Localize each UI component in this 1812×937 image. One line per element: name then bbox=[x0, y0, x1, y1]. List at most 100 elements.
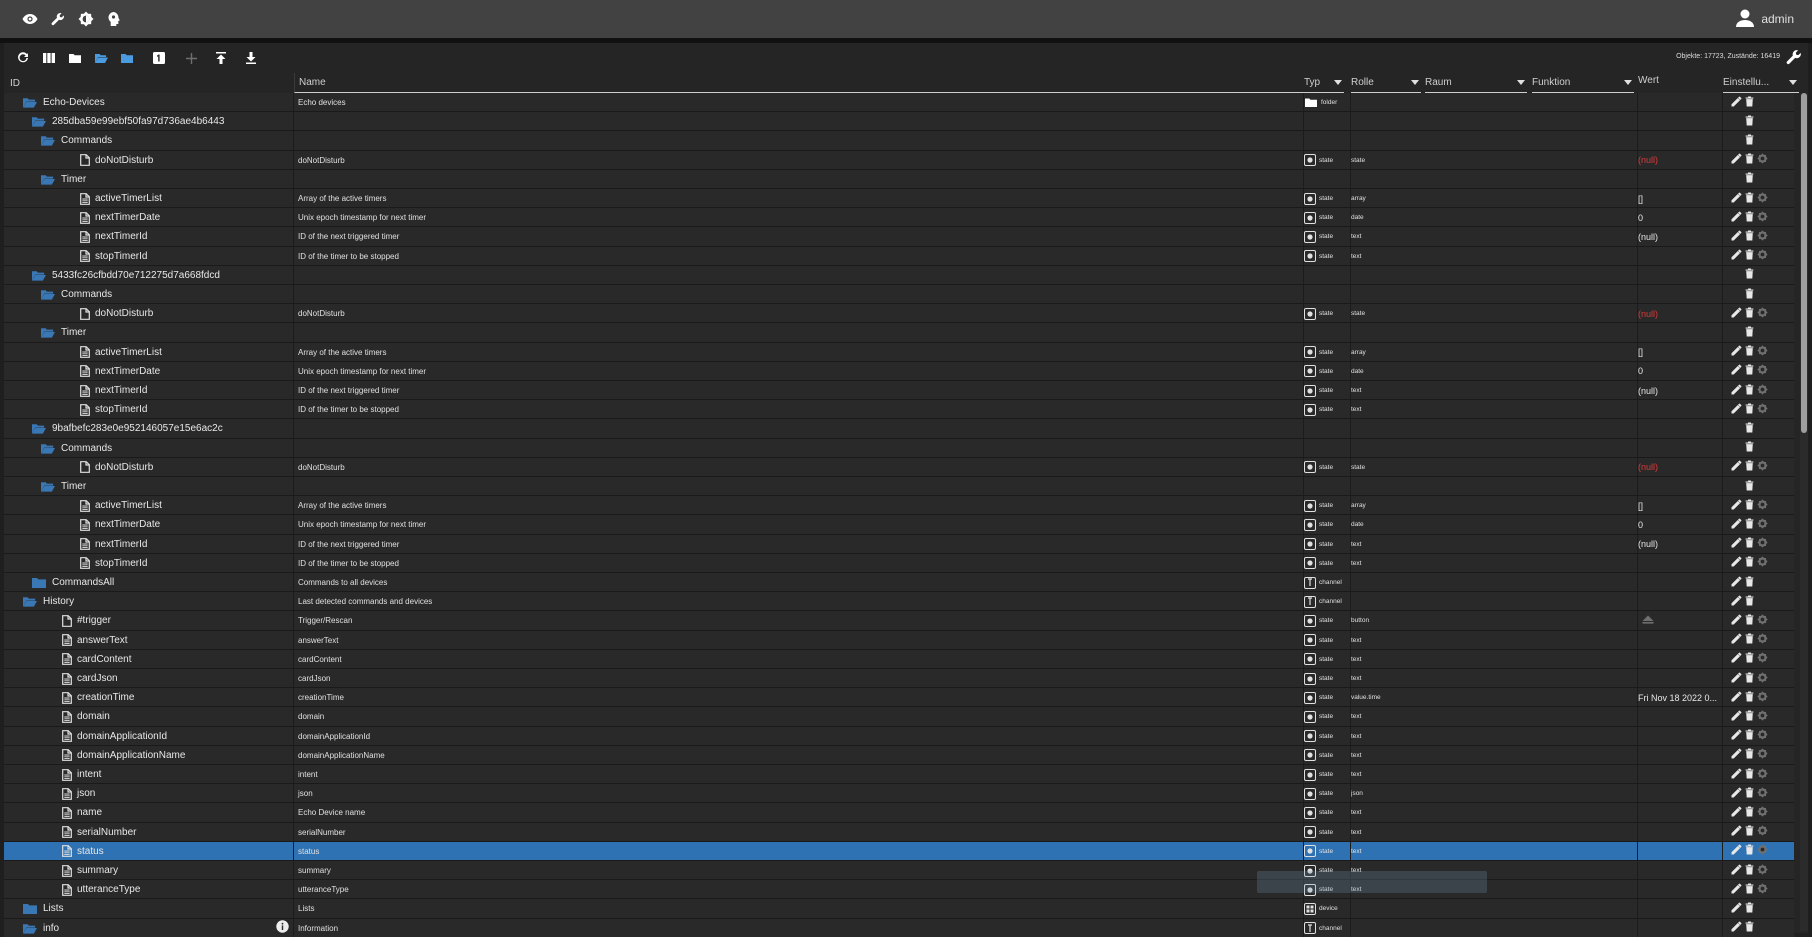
row-id[interactable]: activeTimerList bbox=[95, 500, 162, 511]
column-room[interactable]: Raum bbox=[1425, 73, 1527, 93]
delete-icon[interactable] bbox=[1745, 230, 1754, 244]
table-row[interactable]: Commands bbox=[4, 131, 1794, 151]
columns-icon[interactable] bbox=[40, 49, 58, 67]
table-row[interactable]: json json state json bbox=[4, 784, 1794, 804]
row-id[interactable]: utteranceType bbox=[77, 884, 140, 895]
row-value[interactable]: (null) bbox=[1638, 386, 1658, 396]
file-icon[interactable] bbox=[78, 538, 92, 551]
row-name[interactable]: Lists bbox=[298, 904, 314, 913]
upload-icon[interactable] bbox=[212, 49, 230, 67]
gear-icon[interactable] bbox=[1757, 729, 1768, 743]
row-name[interactable]: domainApplicationId bbox=[298, 732, 370, 741]
gear-icon[interactable] bbox=[1757, 403, 1768, 417]
row-id[interactable]: Echo-Devices bbox=[43, 97, 105, 108]
gear-icon[interactable] bbox=[1757, 211, 1768, 225]
row-name[interactable]: ID of the timer to be stopped bbox=[298, 252, 399, 261]
table-row[interactable]: stopTimerId ID of the timer to be stopped… bbox=[4, 400, 1794, 420]
edit-icon[interactable] bbox=[1731, 537, 1742, 551]
table-row[interactable]: #trigger Trigger/Rescan state button bbox=[4, 611, 1794, 631]
edit-icon[interactable] bbox=[1731, 768, 1742, 782]
row-name[interactable]: domain bbox=[298, 712, 324, 721]
user-avatar-icon[interactable] bbox=[1735, 8, 1755, 31]
edit-icon[interactable] bbox=[1731, 307, 1742, 321]
row-value[interactable]: (null) bbox=[1638, 232, 1658, 242]
file-icon[interactable] bbox=[60, 634, 74, 647]
row-id[interactable]: nextTimerId bbox=[95, 539, 147, 550]
column-name[interactable]: Name bbox=[294, 73, 1306, 93]
file-icon[interactable] bbox=[78, 211, 92, 224]
file-icon[interactable] bbox=[60, 845, 74, 858]
file-icon[interactable] bbox=[78, 307, 92, 320]
expert-head-icon[interactable] bbox=[104, 9, 124, 29]
column-id[interactable]: ID bbox=[10, 73, 292, 93]
table-row[interactable]: info Information channel bbox=[4, 918, 1794, 937]
delete-icon[interactable] bbox=[1745, 153, 1754, 167]
table-row[interactable]: stopTimerId ID of the timer to be stopped… bbox=[4, 553, 1794, 573]
row-id[interactable]: status bbox=[77, 846, 104, 857]
row-id[interactable]: creationTime bbox=[77, 692, 134, 703]
folder-open-icon[interactable] bbox=[23, 96, 37, 109]
file-icon[interactable] bbox=[78, 346, 92, 359]
table-row[interactable]: domain domain state text bbox=[4, 707, 1794, 727]
row-name[interactable]: utteranceType bbox=[298, 885, 349, 894]
delete-icon[interactable] bbox=[1745, 460, 1754, 474]
plus-icon[interactable] bbox=[182, 49, 200, 67]
delete-icon[interactable] bbox=[1745, 748, 1754, 762]
table-row[interactable]: History Last detected commands and device… bbox=[4, 592, 1794, 612]
row-name[interactable]: intent bbox=[298, 770, 318, 779]
table-row[interactable]: nextTimerDate Unix epoch timestamp for ne… bbox=[4, 361, 1794, 381]
row-value[interactable]: 0 bbox=[1638, 366, 1643, 376]
row-name[interactable]: doNotDisturb bbox=[298, 156, 345, 165]
table-row[interactable]: doNotDisturb doNotDisturb state state (null) bbox=[4, 304, 1794, 324]
folder-open-icon[interactable] bbox=[23, 595, 37, 608]
edit-icon[interactable] bbox=[1731, 153, 1742, 167]
gear-icon[interactable] bbox=[1757, 307, 1768, 321]
delete-icon[interactable] bbox=[1745, 902, 1754, 916]
row-id[interactable]: Commands bbox=[61, 289, 112, 300]
file-icon[interactable] bbox=[60, 806, 74, 819]
delete-icon[interactable] bbox=[1745, 691, 1754, 705]
file-icon[interactable] bbox=[60, 730, 74, 743]
file-icon[interactable] bbox=[78, 461, 92, 474]
edit-icon[interactable] bbox=[1731, 883, 1742, 897]
chevron-down-icon[interactable] bbox=[1624, 80, 1632, 85]
row-id[interactable]: 9bafbefc283e0e952146057e15e6ac2c bbox=[52, 423, 223, 434]
edit-icon[interactable] bbox=[1731, 844, 1742, 858]
row-id[interactable]: stopTimerId bbox=[95, 558, 147, 569]
table-row[interactable]: nextTimerDate Unix epoch timestamp for ne… bbox=[4, 208, 1794, 228]
gear-icon[interactable] bbox=[1757, 652, 1768, 666]
gear-icon[interactable] bbox=[1757, 710, 1768, 724]
delete-icon[interactable] bbox=[1745, 633, 1754, 647]
row-name[interactable]: doNotDisturb bbox=[298, 309, 345, 318]
delete-icon[interactable] bbox=[1745, 288, 1754, 302]
edit-icon[interactable] bbox=[1731, 460, 1742, 474]
folder-blue-icon[interactable] bbox=[118, 49, 136, 67]
delete-icon[interactable] bbox=[1745, 499, 1754, 513]
folder-open-icon[interactable] bbox=[92, 49, 110, 67]
row-id[interactable]: 5433fc26cfbdd70e712275d7a668fdcd bbox=[52, 270, 220, 281]
file-icon[interactable] bbox=[78, 403, 92, 416]
row-id[interactable]: stopTimerId bbox=[95, 404, 147, 415]
edit-icon[interactable] bbox=[1731, 499, 1742, 513]
chevron-down-icon[interactable] bbox=[1789, 80, 1797, 85]
edit-icon[interactable] bbox=[1731, 710, 1742, 724]
delete-icon[interactable] bbox=[1745, 825, 1754, 839]
gear-icon[interactable] bbox=[1757, 767, 1768, 782]
row-id[interactable]: nextTimerDate bbox=[95, 212, 160, 223]
column-role[interactable]: Rolle bbox=[1351, 73, 1421, 93]
number-one-icon[interactable] bbox=[150, 49, 168, 67]
delete-icon[interactable] bbox=[1745, 326, 1754, 340]
gear-icon[interactable] bbox=[1757, 633, 1768, 647]
table-row[interactable]: 5433fc26cfbdd70e712275d7a668fdcd bbox=[4, 265, 1794, 285]
delete-icon[interactable] bbox=[1745, 211, 1754, 225]
row-name[interactable]: Last detected commands and devices bbox=[298, 597, 432, 606]
delete-icon[interactable] bbox=[1745, 96, 1754, 110]
row-name[interactable]: cardJson bbox=[298, 674, 330, 683]
edit-icon[interactable] bbox=[1731, 345, 1742, 359]
table-row[interactable]: intent intent state text bbox=[4, 765, 1794, 785]
gear-icon[interactable] bbox=[1757, 364, 1768, 378]
row-name[interactable]: domainApplicationName bbox=[298, 751, 385, 760]
file-icon[interactable] bbox=[60, 710, 74, 723]
delete-icon[interactable] bbox=[1745, 537, 1754, 551]
delete-icon[interactable] bbox=[1745, 921, 1754, 935]
